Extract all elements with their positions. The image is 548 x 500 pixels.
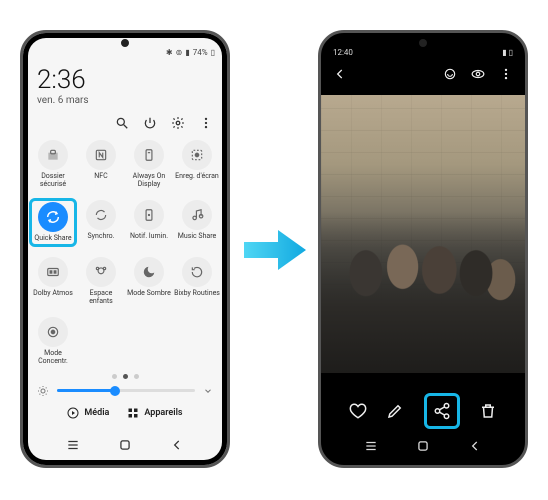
tile-icon (86, 200, 116, 230)
nav-bar (23, 431, 227, 459)
tile-label: Synchro. (88, 233, 115, 241)
tile-icon (134, 257, 164, 287)
phone-gallery-viewer: 12:40 ▮ ▯ (318, 30, 528, 468)
wifi-icon: ⊚ (176, 48, 183, 57)
tile-label: Enreg. d'écran (175, 173, 219, 181)
quick-settings-grid: Dossier sécurisé NFC Always On DisplayEnre… (23, 138, 227, 368)
tile-icon (38, 140, 68, 170)
favorite-icon[interactable] (349, 402, 367, 420)
quick-tile-mode-sombre[interactable]: Mode Sombre (125, 255, 173, 307)
auto-adjust-icon[interactable] (471, 67, 485, 81)
recents-icon[interactable] (66, 438, 80, 452)
devices-button[interactable]: Appareils (127, 407, 182, 419)
delete-icon[interactable] (479, 402, 497, 420)
tile-label: Quick Share (34, 235, 71, 243)
tile-label: Dolby Atmos (33, 290, 73, 298)
brightness-slider[interactable] (23, 381, 227, 401)
brightness-thumb[interactable] (110, 386, 120, 396)
tile-icon (38, 202, 68, 232)
more-icon[interactable] (499, 67, 513, 81)
quick-tile-nfc[interactable]: NFC (77, 138, 125, 190)
tile-label: Mode Concentr. (30, 350, 76, 365)
back-icon[interactable] (333, 67, 347, 81)
gear-icon[interactable] (171, 116, 185, 130)
tile-label: Bixby Routines (174, 290, 220, 298)
tile-icon (38, 317, 68, 347)
viewer-action-bar (321, 393, 525, 429)
battery-pct: 74% (193, 48, 208, 57)
chevron-down-icon[interactable] (203, 386, 213, 396)
page-dot[interactable] (134, 374, 139, 379)
share-button-highlight (424, 393, 460, 429)
page-dot[interactable] (112, 374, 117, 379)
tile-icon (86, 140, 116, 170)
home-icon[interactable] (416, 439, 430, 453)
back-icon[interactable] (468, 439, 482, 453)
photo-subjects (321, 212, 525, 373)
tile-label: NFC (94, 173, 107, 181)
camera-notch (419, 39, 427, 47)
quick-tile-enreg-d-cran[interactable]: Enreg. d'écran (173, 138, 221, 190)
quick-tile-dolby-atmos[interactable]: Dolby Atmos (29, 255, 77, 307)
quick-tile-always-on-display[interactable]: Always On Display (125, 138, 173, 190)
brightness-icon (37, 385, 49, 397)
tile-label: Music Share (178, 233, 217, 241)
grid-icon (127, 407, 139, 419)
share-icon[interactable] (433, 402, 451, 420)
play-icon (67, 407, 79, 419)
page-dot[interactable] (123, 374, 128, 379)
bluetooth-icon: ✱ (166, 48, 173, 57)
clock-time: 2:36 (23, 59, 227, 95)
quick-tile-bixby-routines[interactable]: Bixby Routines (173, 255, 221, 307)
edit-icon[interactable] (386, 402, 404, 420)
tile-icon (134, 140, 164, 170)
devices-label: Appareils (144, 408, 182, 418)
clock-date: ven. 6 mars (23, 95, 227, 110)
camera-notch (121, 39, 129, 47)
page-indicator (23, 368, 227, 381)
back-icon[interactable] (170, 438, 184, 452)
quick-tile-synchro-[interactable]: Synchro. (77, 198, 125, 247)
phone-quick-panel: ✱ ⊚ ▮ 74% ▯ 2:36 ven. 6 mars Dossier séc… (20, 30, 230, 468)
home-icon[interactable] (118, 438, 132, 452)
tile-icon (134, 200, 164, 230)
tile-icon (182, 200, 212, 230)
quick-tile-espace-enfants[interactable]: Espace enfants (77, 255, 125, 307)
tile-label: Notif. lumin. (130, 233, 168, 241)
photo-content[interactable] (321, 95, 525, 373)
media-label: Média (84, 408, 109, 418)
tile-icon (182, 140, 212, 170)
media-button[interactable]: Média (67, 407, 109, 419)
tile-label: Dossier sécurisé (30, 173, 76, 188)
quick-panel-bottom: Média Appareils (23, 401, 227, 423)
more-icon[interactable] (199, 116, 213, 130)
arrow-icon (242, 224, 308, 276)
tile-label: Mode Sombre (127, 290, 171, 298)
quick-panel-toolbar (23, 110, 227, 138)
brightness-track[interactable] (57, 389, 195, 392)
brightness-fill (57, 389, 115, 392)
tile-icon (86, 257, 116, 287)
tile-icon (182, 257, 212, 287)
quick-tile-dossier-s-curis-[interactable]: Dossier sécurisé (29, 138, 77, 190)
status-time: 12:40 (333, 48, 353, 57)
status-icons: ▮ ▯ (502, 48, 513, 57)
viewer-top-bar (321, 59, 525, 89)
quick-tile-quick-share[interactable]: Quick Share (29, 198, 77, 247)
recents-icon[interactable] (364, 439, 378, 453)
search-icon[interactable] (115, 116, 129, 130)
tile-icon (38, 257, 68, 287)
signal-icon: ▮ (185, 48, 189, 57)
quick-tile-music-share[interactable]: Music Share (173, 198, 221, 247)
nav-bar (321, 433, 525, 459)
quick-tile-mode-concentr-[interactable]: Mode Concentr. (29, 315, 77, 367)
power-icon[interactable] (143, 116, 157, 130)
tile-label: Always On Display (126, 173, 172, 188)
bixby-vision-icon[interactable] (443, 67, 457, 81)
tile-label: Espace enfants (78, 290, 124, 305)
quick-tile-notif-lumin-[interactable]: Notif. lumin. (125, 198, 173, 247)
battery-icon: ▯ (211, 48, 215, 57)
